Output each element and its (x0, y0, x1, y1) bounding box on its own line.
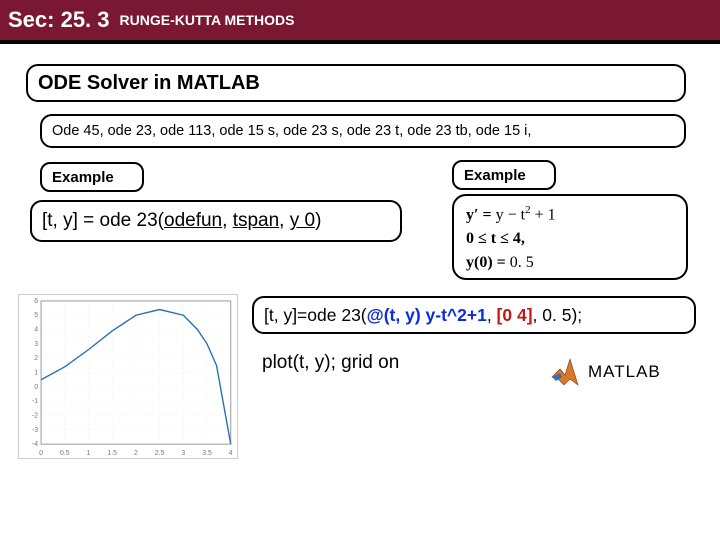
svg-text:4: 4 (229, 450, 233, 457)
code-p2: , (487, 305, 497, 325)
call-sep: , (279, 210, 290, 231)
code-p3: , 0. 5); (533, 305, 583, 325)
code-line-box: [t, y]=ode 23(@(t, y) y-t^2+1, [0 4], 0.… (252, 296, 696, 334)
call-arg-tspan: tspan (233, 210, 279, 231)
svg-text:6: 6 (34, 298, 38, 305)
code-p1: [t, y]=ode 23( (264, 305, 367, 325)
eq1-lhs: y′ = (466, 206, 496, 223)
svg-text:0: 0 (34, 384, 38, 391)
eq1-tail: + 1 (531, 206, 556, 223)
svg-text:2: 2 (134, 450, 138, 457)
solver-list: Ode 45, ode 23, ode 113, ode 15 s, ode 2… (52, 123, 531, 139)
svg-text:1: 1 (87, 450, 91, 457)
svg-text:-4: -4 (32, 441, 38, 448)
code-tspan: [0 4] (497, 305, 533, 325)
call-arg-y0: y 0 (290, 210, 315, 231)
equation-box: y′ = y − t2 + 1 0 ≤ t ≤ 4, y(0) = 0. 5 (452, 194, 688, 280)
svg-text:1: 1 (34, 370, 38, 377)
call-syntax-box: [t, y] = ode 23(odefun, tspan, y 0) (30, 200, 402, 242)
equation-line-3: y(0) = 0. 5 (466, 251, 674, 275)
result-plot: 0 0.5 1 1.5 2 2.5 3 3.5 4 -4 -3 -2 -1 0 1 2 3 4 5 6 (18, 294, 238, 459)
plot-svg: 0 0.5 1 1.5 2 2.5 3 3.5 4 -4 -3 -2 -1 0 1 2 3 4 5 6 (19, 295, 237, 458)
svg-text:3: 3 (181, 450, 185, 457)
solver-list-box: Ode 45, ode 23, ode 113, ode 15 s, ode 2… (40, 114, 686, 148)
call-suffix: ) (315, 210, 321, 231)
svg-text:-2: -2 (32, 412, 38, 419)
page-title: ODE Solver in MATLAB (38, 72, 260, 94)
svg-text:3: 3 (34, 341, 38, 348)
svg-text:3.5: 3.5 (202, 450, 212, 457)
eq3-lhs: y(0) = (466, 254, 510, 271)
code-anon-fn: @(t, y) y-t^2+1 (367, 305, 487, 325)
code-line: [t, y]=ode 23(@(t, y) y-t^2+1, [0 4], 0.… (264, 305, 582, 326)
svg-text:2.5: 2.5 (155, 450, 165, 457)
svg-text:5: 5 (34, 312, 38, 319)
call-arg-odefun: odefun (164, 210, 222, 231)
call-sep: , (222, 210, 233, 231)
svg-text:1.5: 1.5 (107, 450, 117, 457)
eq2: 0 ≤ t ≤ 4, (466, 230, 525, 247)
example-label-right: Example (452, 160, 556, 190)
eq1-rhs: y − t (496, 206, 525, 223)
equation-line-2: 0 ≤ t ≤ 4, (466, 227, 674, 251)
svg-text:4: 4 (34, 327, 38, 334)
matlab-icon (548, 355, 582, 389)
example-label: Example (464, 167, 526, 184)
equation-line-1: y′ = y − t2 + 1 (466, 202, 674, 227)
svg-text:-3: -3 (32, 427, 38, 434)
example-label: Example (52, 169, 114, 186)
eq3-rhs: 0. 5 (510, 254, 534, 271)
example-label-left: Example (40, 162, 144, 192)
svg-text:2: 2 (34, 355, 38, 362)
section-title: RUNGE-KUTTA METHODS (120, 12, 295, 28)
plot-command: plot(t, y); grid on (262, 352, 399, 374)
section-number: Sec: 25. 3 (8, 7, 110, 33)
svg-text:0: 0 (39, 450, 43, 457)
svg-text:0.5: 0.5 (60, 450, 70, 457)
matlab-text: MATLAB (588, 362, 661, 382)
call-prefix: [t, y] = ode 23( (42, 210, 164, 231)
title-box: ODE Solver in MATLAB (26, 64, 686, 102)
slide-header: Sec: 25. 3 RUNGE-KUTTA METHODS (0, 0, 720, 44)
matlab-logo: MATLAB (548, 350, 678, 394)
call-syntax: [t, y] = ode 23(odefun, tspan, y 0) (42, 210, 321, 232)
svg-text:-1: -1 (32, 398, 38, 405)
